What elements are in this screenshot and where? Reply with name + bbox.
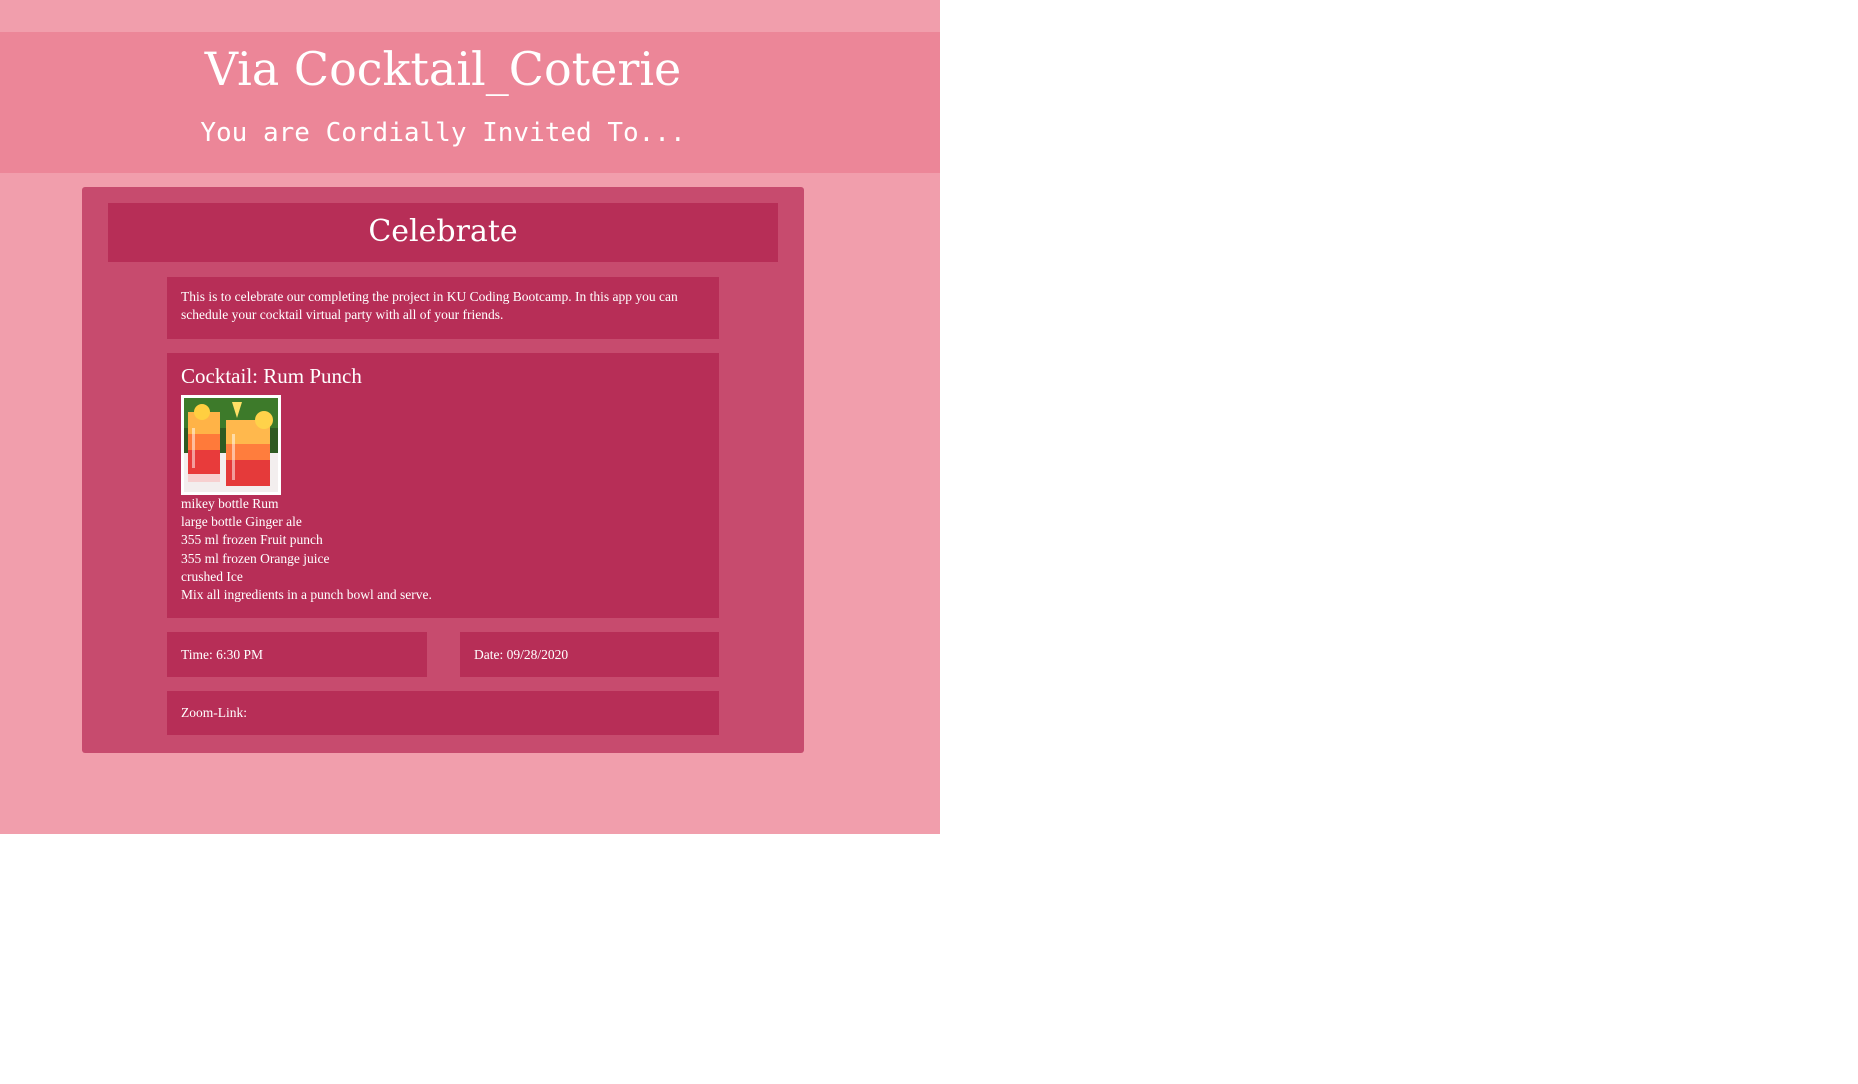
page-background: Via Cocktail_Coterie You are Cordially I… xyxy=(0,0,940,834)
ingredient-line: crushed Ice xyxy=(181,568,243,584)
cocktail-title: Cocktail: Rum Punch xyxy=(181,364,362,388)
site-header: Via Cocktail_Coterie You are Cordially I… xyxy=(0,32,940,173)
cocktail-section: Cocktail: Rum Punch mikey bottle Rum lar… xyxy=(167,353,719,618)
ingredient-line: 355 ml frozen Orange juice xyxy=(181,550,330,566)
invitation-subtitle: You are Cordially Invited To... xyxy=(200,118,686,148)
ingredient-line: large bottle Ginger ale xyxy=(181,514,302,530)
invitation-card: Celebrate This is to celebrate our compl… xyxy=(82,187,804,753)
time-field: Time: 6:30 PM xyxy=(167,632,427,677)
cocktail-image xyxy=(181,395,281,495)
intro-text: This is to celebrate our completing the … xyxy=(167,277,719,339)
ingredient-list: mikey bottle Rum large bottle Ginger ale… xyxy=(181,495,705,604)
date-field: Date: 09/28/2020 xyxy=(460,632,719,677)
card-title: Celebrate xyxy=(108,203,778,262)
zoom-link-field[interactable]: Zoom-Link: xyxy=(167,691,719,735)
ingredient-line: mikey bottle Rum xyxy=(181,496,279,511)
site-title: Via Cocktail_Coterie xyxy=(204,42,682,96)
ingredient-line: 355 ml frozen Fruit punch xyxy=(181,532,323,548)
instruction-line: Mix all ingredients in a punch bowl and … xyxy=(181,587,432,603)
rum-punch-photo-icon xyxy=(184,398,278,492)
